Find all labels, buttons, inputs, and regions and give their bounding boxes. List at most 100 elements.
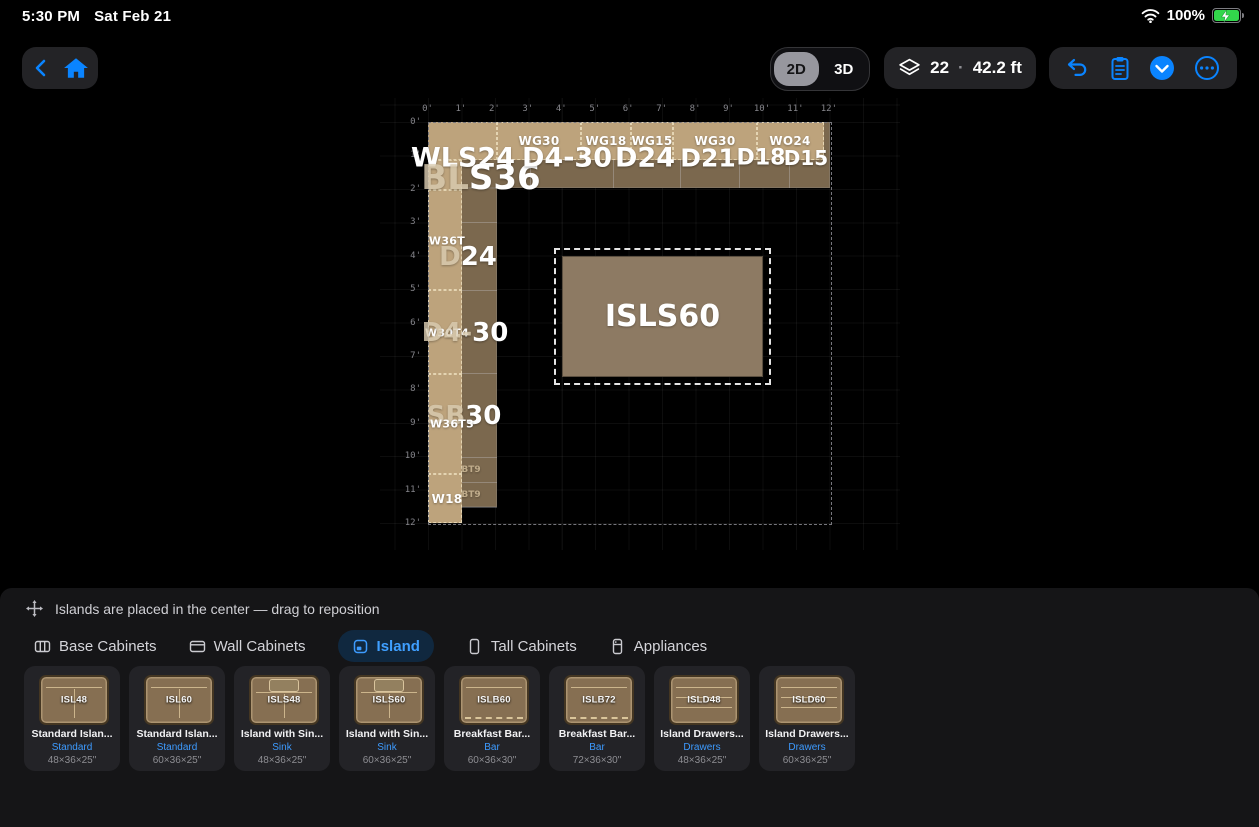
cabinet-label: W18: [432, 492, 463, 506]
status-date: Sat Feb 21: [94, 8, 171, 25]
ruler-tick-top: 6': [623, 104, 634, 114]
clipboard-button[interactable]: [1108, 55, 1132, 81]
tall-cabinets-icon: [466, 638, 483, 655]
ruler-tick-left: 11': [405, 485, 421, 495]
battery-charging-icon: [1212, 8, 1241, 23]
cabinet-label: D4-30: [522, 143, 612, 174]
island-dimensions: 60×36×25": [339, 755, 435, 766]
back-button[interactable]: [31, 57, 53, 79]
island-thumbnail: ISLD48: [669, 675, 739, 725]
ruler-tick-left: 7': [410, 351, 421, 361]
island-dimensions: 48×36×25": [24, 755, 120, 766]
ruler-tick-left: 12': [405, 518, 421, 528]
island-category: Sink: [234, 742, 330, 753]
measurement-pill[interactable]: 22 · 42.2 ft: [884, 47, 1036, 89]
island-card-isld60[interactable]: ISLD60Island Drawers...Drawers60×36×25": [759, 666, 855, 771]
island-code: ISLD60: [776, 695, 842, 706]
island-card-isls60[interactable]: ISLS60Island with Sin...Sink60×36×25": [339, 666, 435, 771]
view-mode-toggle[interactable]: 2D 3D: [770, 47, 870, 91]
island-card-isls48[interactable]: ISLS48Island with Sin...Sink48×36×25": [234, 666, 330, 771]
view-3d-segment[interactable]: 3D: [822, 52, 867, 86]
item-count: 22: [930, 58, 949, 78]
status-time: 5:30 PM: [22, 8, 80, 25]
island-name: Standard Islan...: [129, 728, 225, 740]
island-code: ISL60: [146, 695, 212, 706]
island-category: Standard: [24, 742, 120, 753]
category-tabs: Base Cabinets Wall Cabinets Island Tall Cab…: [34, 630, 707, 662]
floor-plan-canvas[interactable]: 0'1'2'3'4'5'6'7'8'9'10'11'12'0'1'2'3'4'5…: [0, 96, 1259, 586]
island-dimensions: 48×36×25": [654, 755, 750, 766]
actions-pill: [1049, 47, 1237, 89]
ruler-tick-left: 4': [410, 251, 421, 261]
ruler-tick-top: 12': [821, 104, 837, 114]
total-length: 42.2 ft: [973, 58, 1022, 78]
island-card-islb72[interactable]: ISLB72Breakfast Bar...Bar72×36×30": [549, 666, 645, 771]
island-category: Standard: [129, 742, 225, 753]
ruler-tick-left: 8': [410, 384, 421, 394]
cabinet-label: BT9: [461, 465, 480, 475]
island-code: ISL48: [41, 695, 107, 706]
view-2d-segment[interactable]: 2D: [774, 52, 819, 86]
island-label: ISLS60: [605, 299, 720, 334]
tab-appliances[interactable]: Appliances: [609, 630, 707, 662]
tab-label: Appliances: [634, 638, 707, 655]
island-name: Breakfast Bar...: [549, 728, 645, 740]
status-bar: 5:30 PMSat Feb 21 100%: [0, 0, 1259, 34]
island-card-isld48[interactable]: ISLD48Island Drawers...Drawers48×36×25": [654, 666, 750, 771]
island-card-isl60[interactable]: ISL60 Standard Islan... Standard 60×36×25": [129, 666, 225, 771]
more-options-button[interactable]: [1193, 54, 1221, 82]
base-cabinets-icon: [34, 638, 51, 655]
island-category: Bar: [549, 742, 645, 753]
tab-label: Base Cabinets: [59, 638, 157, 655]
island-card-isl48[interactable]: ISL48 Standard Islan... Standard 48×36×25": [24, 666, 120, 771]
ruler-tick-top: 9': [723, 104, 734, 114]
ruler-tick-left: 6': [410, 318, 421, 328]
undo-button[interactable]: [1065, 56, 1091, 80]
ruler-tick-left: 9': [410, 418, 421, 428]
ruler-tick-left: 2': [410, 184, 421, 194]
cabinet-label: D15: [784, 146, 828, 170]
ruler-tick-left: 0': [410, 117, 421, 127]
ruler-tick-top: 0': [422, 104, 433, 114]
island-cabinet[interactable]: ISLS60: [562, 256, 763, 377]
tab-label: Island: [377, 638, 420, 655]
island-thumbnail: ISLB60: [459, 675, 529, 725]
layers-icon: [898, 57, 921, 79]
confirm-dropdown-button[interactable]: [1148, 54, 1176, 82]
island-dimensions: 60×36×25": [759, 755, 855, 766]
island-name: Island Drawers...: [654, 728, 750, 740]
cabinet-label: W36T3: [430, 418, 474, 431]
island-dimensions: 60×36×25": [129, 755, 225, 766]
cabinet-label: BT9: [461, 490, 480, 500]
nav-pill: [22, 47, 98, 89]
ruler-tick-left: 5': [410, 284, 421, 294]
home-button[interactable]: [63, 56, 89, 80]
island-code: ISLS60: [356, 695, 422, 706]
ruler-tick-top: 4': [556, 104, 567, 114]
wifi-icon: [1141, 8, 1160, 23]
island-thumbnail: ISLB72: [564, 675, 634, 725]
island-name: Island with Sin...: [234, 728, 330, 740]
ruler-tick-top: 10': [754, 104, 770, 114]
island-card-islb60[interactable]: ISLB60Breakfast Bar...Bar60×36×30": [444, 666, 540, 771]
wall-cabinets-icon: [189, 638, 206, 655]
tab-base-cabinets[interactable]: Base Cabinets: [34, 630, 157, 662]
cabinet-label: D18: [737, 146, 786, 171]
placement-hint: Islands are placed in the center — drag …: [55, 601, 380, 617]
tab-tall-cabinets[interactable]: Tall Cabinets: [466, 630, 577, 662]
move-icon: [26, 600, 43, 617]
island-name: Standard Islan...: [24, 728, 120, 740]
island-category: Drawers: [759, 742, 855, 753]
tab-island[interactable]: Island: [338, 630, 434, 662]
tab-wall-cabinets[interactable]: Wall Cabinets: [189, 630, 306, 662]
island-thumbnail: ISLS60: [354, 675, 424, 725]
island-thumbnail: ISLD60: [774, 675, 844, 725]
catalog-sheet: Islands are placed in the center — drag …: [0, 588, 1259, 827]
ruler-tick-left: 10': [405, 451, 421, 461]
kitchen-design-app: 5:30 PMSat Feb 21 100% 2D 3D: [0, 0, 1259, 827]
ruler-tick-top: 1': [456, 104, 467, 114]
appliances-icon: [609, 638, 626, 655]
tab-label: Wall Cabinets: [214, 638, 306, 655]
status-time-date: 5:30 PM Sat Feb 21: [22, 8, 171, 25]
island-code: ISLS48: [251, 695, 317, 706]
